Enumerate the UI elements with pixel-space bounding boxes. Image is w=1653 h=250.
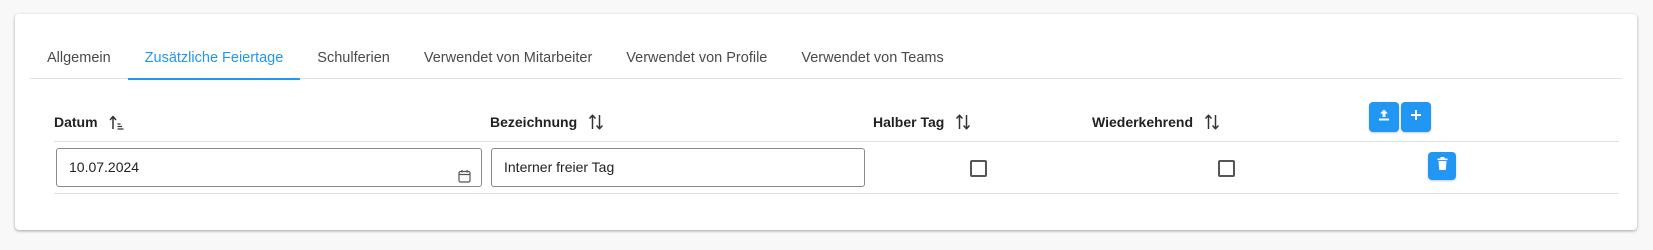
column-label-wiederkehrend: Wiederkehrend	[1092, 114, 1194, 130]
sort-both-icon[interactable]	[588, 114, 604, 130]
sort-both-icon[interactable]	[955, 114, 971, 130]
column-header-halber-tag[interactable]: Halber Tag	[873, 102, 971, 142]
add-button[interactable]	[1401, 102, 1431, 132]
tab-verwendet-von-mitarbeiter[interactable]: Verwendet von Mitarbeiter	[407, 36, 609, 79]
tab-schulferien[interactable]: Schulferien	[300, 36, 407, 79]
tab-verwendet-von-profile[interactable]: Verwendet von Profile	[609, 36, 784, 79]
delete-button[interactable]	[1428, 152, 1456, 180]
tab-bar: Allgemein Zusätzliche Feiertage Schulfer…	[30, 36, 1622, 80]
column-label-halber-tag: Halber Tag	[873, 114, 945, 130]
settings-card: Allgemein Zusätzliche Feiertage Schulfer…	[15, 14, 1637, 230]
column-header-wiederkehrend[interactable]: Wiederkehrend	[1092, 102, 1220, 142]
bezeichnung-value: Interner freier Tag	[504, 159, 615, 175]
tab-zusaetzliche-feiertage[interactable]: Zusätzliche Feiertage	[127, 36, 301, 80]
tab-verwendet-von-teams[interactable]: Verwendet von Teams	[784, 36, 960, 79]
plus-icon	[1410, 108, 1422, 126]
halber-tag-checkbox[interactable]	[970, 160, 987, 177]
trash-icon	[1437, 157, 1448, 175]
wiederkehrend-checkbox[interactable]	[1218, 160, 1235, 177]
holidays-table: Datum Bezeichnung Halber Tag Wiederkehre…	[54, 102, 1619, 194]
bezeichnung-field[interactable]: Interner freier Tag	[491, 148, 865, 187]
column-label-bezeichnung: Bezeichnung	[490, 114, 578, 130]
column-label-datum: Datum	[54, 114, 98, 130]
datum-value: 10.07.2024	[69, 159, 140, 175]
table-header: Datum Bezeichnung Halber Tag Wiederkehre…	[54, 102, 1619, 142]
upload-icon	[1377, 108, 1391, 127]
calendar-icon[interactable]	[458, 160, 471, 197]
sort-ascending-icon[interactable]	[108, 115, 124, 130]
column-header-bezeichnung[interactable]: Bezeichnung	[490, 102, 604, 142]
sort-both-icon[interactable]	[1204, 114, 1220, 130]
table-row: 10.07.2024 Interner freier Tag	[54, 142, 1619, 194]
column-header-datum[interactable]: Datum	[54, 102, 124, 142]
datum-field[interactable]: 10.07.2024	[56, 148, 482, 187]
tab-allgemein[interactable]: Allgemein	[30, 36, 128, 79]
upload-button[interactable]	[1369, 102, 1399, 132]
